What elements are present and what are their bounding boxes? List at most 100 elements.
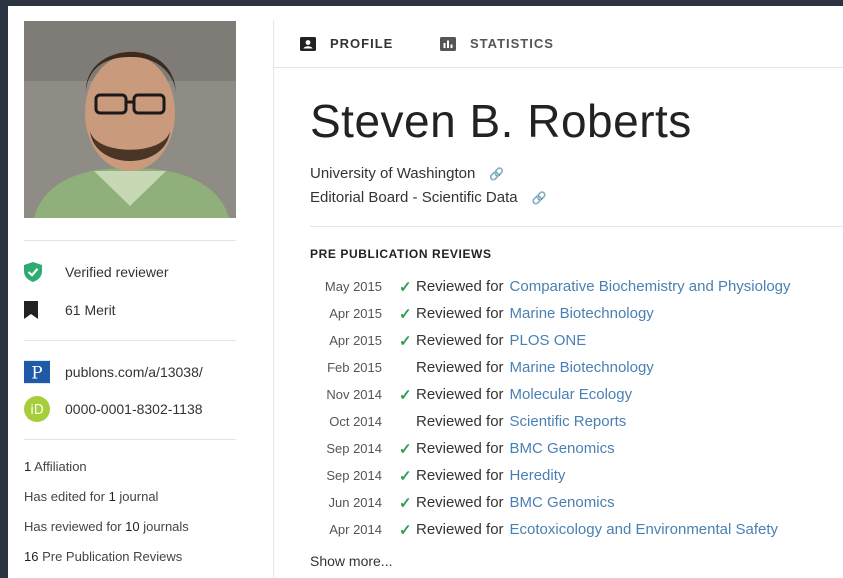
review-prefix: Reviewed for bbox=[416, 386, 504, 403]
journal-link[interactable]: Marine Biotechnology bbox=[510, 359, 654, 376]
review-prefix: Reviewed for bbox=[416, 413, 504, 430]
prepub-count-label: Pre Publication Reviews bbox=[42, 549, 183, 564]
review-prefix: Reviewed for bbox=[416, 467, 504, 484]
prepub-count-value: 16 bbox=[24, 549, 39, 564]
link-icon[interactable]: 🔗 bbox=[489, 167, 504, 181]
review-prefix: Reviewed for bbox=[416, 494, 504, 511]
orcid-link[interactable]: 0000-0001-8302-1138 bbox=[65, 401, 203, 417]
affiliation-count-value: 1 bbox=[24, 459, 32, 474]
profile-card-icon bbox=[300, 36, 316, 51]
verified-check-icon: ✓ bbox=[399, 305, 412, 323]
merit-label: 61 Merit bbox=[65, 302, 116, 318]
tab-statistics-label: STATISTICS bbox=[470, 36, 554, 51]
review-prefix: Reviewed for bbox=[416, 440, 504, 457]
sidebar: Verified reviewer 61 Merit P publons.com… bbox=[8, 6, 273, 578]
review-prefix: Reviewed for bbox=[416, 305, 504, 322]
tab-profile[interactable]: PROFILE bbox=[300, 36, 393, 51]
review-row: Jun 2014 ✓ Reviewed for BMC Genomics bbox=[310, 489, 615, 516]
profile-page: Verified reviewer 61 Merit P publons.com… bbox=[8, 6, 843, 578]
section-divider bbox=[310, 226, 843, 227]
review-date: Sep 2014 bbox=[326, 468, 382, 483]
review-row: Nov 2014 ✓ Reviewed for Molecular Ecology bbox=[310, 381, 632, 408]
review-row: Apr 2014 ✓ Reviewed for Ecotoxicology and E… bbox=[310, 516, 778, 543]
review-row: Sep 2014 ✓ Reviewed for Heredity bbox=[310, 462, 565, 489]
bookmark-icon bbox=[24, 299, 50, 321]
reviewed-suffix: journals bbox=[143, 519, 189, 534]
review-date: Oct 2014 bbox=[329, 414, 382, 429]
review-row: May 2015 ✓ Reviewed for Comparative Biochem… bbox=[310, 273, 791, 300]
review-row: Apr 2015 ✓ Reviewed for PLOS ONE bbox=[310, 327, 586, 354]
journal-link[interactable]: Heredity bbox=[510, 467, 566, 484]
verified-reviewer-label: Verified reviewer bbox=[65, 264, 169, 280]
review-date: Sep 2014 bbox=[326, 441, 382, 456]
reviewed-count-value: 10 bbox=[125, 519, 140, 534]
verified-check-icon: ✓ bbox=[399, 440, 412, 458]
orcid-row[interactable]: iD 0000-0001-8302-1138 bbox=[24, 396, 203, 422]
review-prefix: Reviewed for bbox=[416, 359, 504, 376]
sidebar-divider bbox=[24, 439, 236, 440]
affiliation-label: Editorial Board - Scientific Data bbox=[310, 189, 518, 206]
journal-link[interactable]: Molecular Ecology bbox=[510, 386, 633, 403]
page-title: Steven B. Roberts bbox=[310, 95, 692, 147]
review-date: Jun 2014 bbox=[328, 495, 383, 510]
review-prefix: Reviewed for bbox=[416, 521, 504, 538]
tab-bar: PROFILE STATISTICS bbox=[274, 6, 843, 68]
review-row: Apr 2015 ✓ Reviewed for Marine Biotechnolog… bbox=[310, 300, 654, 327]
bar-chart-icon bbox=[440, 36, 456, 51]
prepub-count: 16 Pre Publication Reviews bbox=[24, 549, 182, 564]
edited-count: Has edited for 1 journal bbox=[24, 489, 158, 504]
journal-link[interactable]: Marine Biotechnology bbox=[510, 305, 654, 322]
tab-statistics[interactable]: STATISTICS bbox=[440, 36, 554, 51]
review-row: Feb 2015 Reviewed for Marine Biotechnology bbox=[310, 354, 654, 381]
review-date: Apr 2015 bbox=[329, 333, 382, 348]
reviewed-count: Has reviewed for 10 journals bbox=[24, 519, 189, 534]
section-title: PRE PUBLICATION REVIEWS bbox=[310, 247, 492, 261]
review-row: Oct 2014 Reviewed for Scientific Reports bbox=[310, 408, 626, 435]
orcid-logo-icon: iD bbox=[24, 396, 50, 422]
affiliation-item[interactable]: University of Washington 🔗 bbox=[310, 165, 504, 182]
affiliation-item[interactable]: Editorial Board - Scientific Data 🔗 bbox=[310, 189, 547, 206]
tab-profile-label: PROFILE bbox=[330, 36, 394, 51]
merit-row: 61 Merit bbox=[24, 299, 116, 321]
sidebar-divider bbox=[24, 340, 236, 341]
review-date: Apr 2014 bbox=[329, 522, 382, 537]
verified-reviewer-row: Verified reviewer bbox=[24, 261, 169, 283]
journal-link[interactable]: Ecotoxicology and Environmental Safety bbox=[510, 521, 778, 538]
review-prefix: Reviewed for bbox=[416, 278, 504, 295]
verified-check-icon: ✓ bbox=[399, 332, 412, 350]
reviewed-prefix: Has reviewed for bbox=[24, 519, 122, 534]
verified-check-icon: ✓ bbox=[399, 494, 412, 512]
profile-photo-illustration bbox=[24, 21, 236, 218]
review-prefix: Reviewed for bbox=[416, 332, 504, 349]
journal-link[interactable]: Scientific Reports bbox=[510, 413, 627, 430]
journal-link[interactable]: PLOS ONE bbox=[510, 332, 587, 349]
affiliation-count: 1 Affiliation bbox=[24, 459, 87, 474]
publons-logo-icon: P bbox=[24, 360, 50, 384]
publons-row[interactable]: P publons.com/a/13038/ bbox=[24, 360, 203, 384]
show-more-link[interactable]: Show more... bbox=[310, 553, 392, 569]
verified-check-icon: ✓ bbox=[399, 386, 412, 404]
review-date: May 2015 bbox=[324, 279, 382, 294]
affiliation-count-label: Affiliation bbox=[34, 459, 87, 474]
review-date: Apr 2015 bbox=[329, 306, 382, 321]
edited-prefix: Has edited for bbox=[24, 489, 105, 504]
edited-count-value: 1 bbox=[108, 489, 116, 504]
link-icon[interactable]: 🔗 bbox=[532, 191, 547, 205]
edited-suffix: journal bbox=[119, 489, 159, 504]
review-row: Sep 2014 ✓ Reviewed for BMC Genomics bbox=[310, 435, 615, 462]
publons-link[interactable]: publons.com/a/13038/ bbox=[65, 364, 203, 380]
svg-text:iD: iD bbox=[30, 403, 44, 418]
svg-text:P: P bbox=[31, 363, 42, 383]
verified-check-icon: ✓ bbox=[399, 278, 412, 296]
shield-check-icon bbox=[24, 261, 50, 283]
journal-link[interactable]: BMC Genomics bbox=[510, 494, 615, 511]
verified-check-icon: ✓ bbox=[399, 521, 412, 539]
column-divider bbox=[273, 20, 274, 578]
verified-check-icon: ✓ bbox=[399, 467, 412, 485]
sidebar-divider bbox=[24, 240, 236, 241]
journal-link[interactable]: BMC Genomics bbox=[510, 440, 615, 457]
journal-link[interactable]: Comparative Biochemistry and Physiology bbox=[510, 278, 791, 295]
profile-photo bbox=[24, 21, 236, 218]
review-date: Nov 2014 bbox=[326, 387, 382, 402]
review-date: Feb 2015 bbox=[327, 360, 382, 375]
